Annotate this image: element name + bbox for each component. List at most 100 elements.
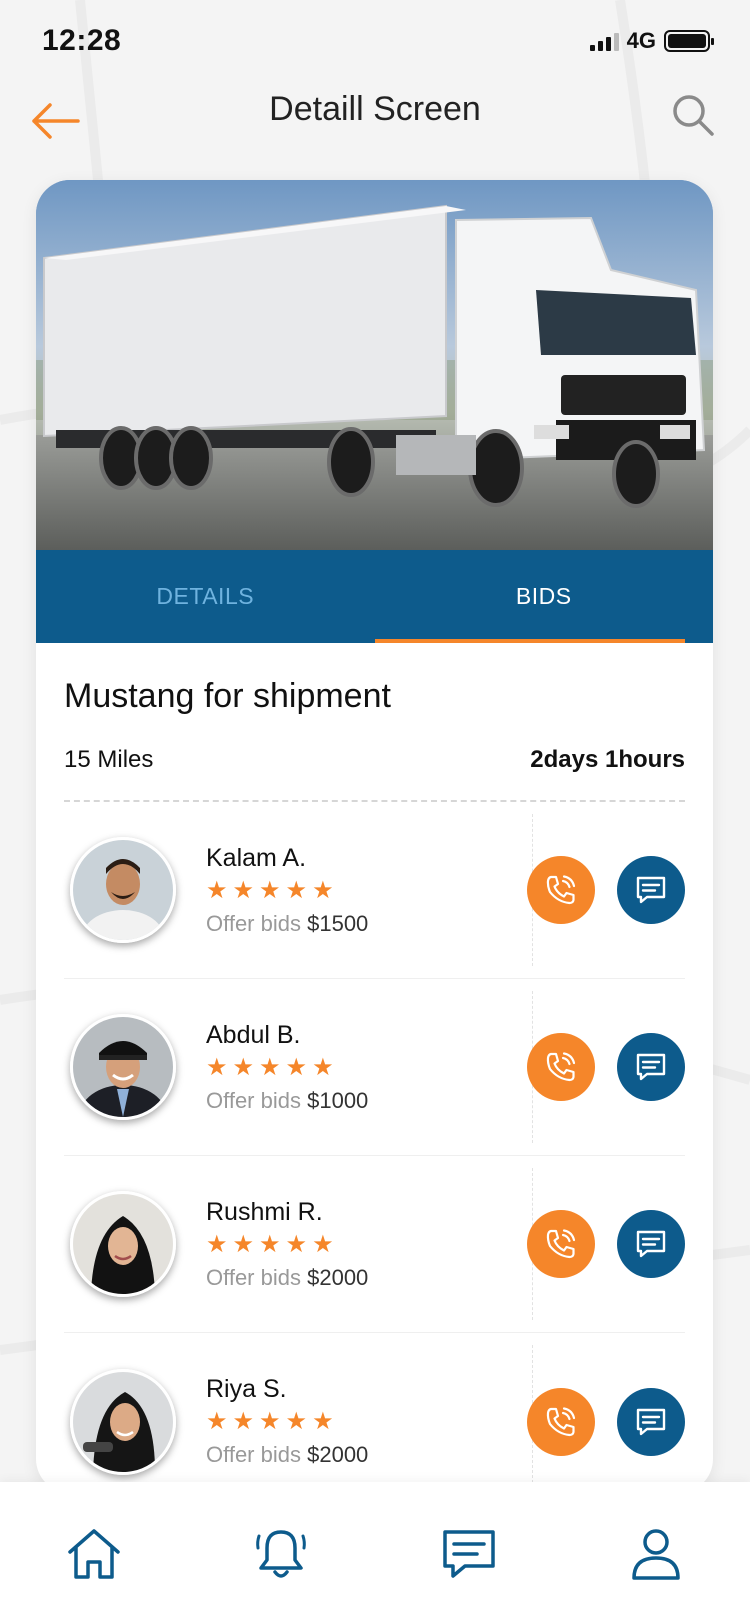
call-button[interactable] xyxy=(527,1033,595,1101)
search-icon xyxy=(673,95,714,136)
home-icon xyxy=(68,1529,120,1579)
app-header: Detaill Screen xyxy=(0,84,750,174)
offer-text: Offer bids $2000 xyxy=(206,1265,496,1291)
avatar xyxy=(70,1368,176,1475)
job-title: Mustang for shipment xyxy=(64,677,391,715)
job-meta: 15 Miles 2days 1hours xyxy=(64,746,685,774)
bid-info: Rushmi R. ★ ★ ★ ★ ★ Offer bids $2000 xyxy=(206,1198,496,1291)
offer-label: Offer bids xyxy=(206,910,301,936)
star-icon: ★ xyxy=(312,1053,334,1081)
rating-stars: ★ ★ ★ ★ ★ xyxy=(206,876,496,904)
star-icon: ★ xyxy=(312,1408,334,1435)
star-icon: ★ xyxy=(206,876,228,904)
bid-actions xyxy=(527,856,685,924)
chat-icon xyxy=(636,1230,666,1258)
phone-icon xyxy=(546,1229,576,1259)
call-button[interactable] xyxy=(527,1387,595,1456)
bottom-nav xyxy=(0,1482,750,1624)
phone-icon xyxy=(546,1406,576,1436)
job-duration: 2days 1hours xyxy=(530,746,685,773)
detail-card: DETAILS BIDS Mustang for shipment 15 Mil… xyxy=(36,180,713,1493)
avatar xyxy=(70,837,176,943)
star-icon: ★ xyxy=(232,1230,255,1258)
truck-image xyxy=(36,180,713,550)
bid-info: Kalam A. ★ ★ ★ ★ ★ Offer bids $1500 xyxy=(206,844,496,937)
rating-stars: ★ ★ ★ ★ ★ xyxy=(206,1230,496,1258)
star-icon: ★ xyxy=(259,1053,281,1081)
bid-info: Abdul B. ★ ★ ★ ★ ★ Offer bids $1000 xyxy=(206,1021,496,1114)
chat-icon xyxy=(636,1053,666,1081)
bidder-name: Kalam A. xyxy=(206,843,307,872)
nav-profile[interactable] xyxy=(624,1522,688,1586)
tab-details[interactable]: DETAILS xyxy=(36,550,375,643)
message-button[interactable] xyxy=(617,856,685,924)
status-bar: 12:28 4G xyxy=(0,0,750,84)
tab-bar: DETAILS BIDS xyxy=(36,550,713,643)
phone-icon xyxy=(546,875,576,905)
star-icon: ★ xyxy=(259,1230,281,1258)
bell-icon xyxy=(256,1530,307,1578)
nav-home[interactable] xyxy=(62,1522,126,1586)
chat-icon xyxy=(636,876,666,904)
status-indicators: 4G xyxy=(589,28,714,54)
star-icon: ★ xyxy=(259,1408,281,1435)
star-icon: ★ xyxy=(285,1053,308,1081)
offer-amount: $2000 xyxy=(307,1264,369,1290)
star-icon: ★ xyxy=(232,1053,255,1081)
offer-label: Offer bids xyxy=(206,1442,301,1467)
bid-row: Riya S. ★ ★ ★ ★ ★ Offer bids $2000 xyxy=(64,1333,685,1493)
rating-stars: ★ ★ ★ ★ ★ xyxy=(206,1410,496,1434)
star-icon: ★ xyxy=(285,1230,308,1258)
message-button[interactable] xyxy=(617,1210,685,1278)
chat-icon xyxy=(636,1408,666,1435)
avatar xyxy=(70,1191,176,1297)
bid-actions xyxy=(527,1210,685,1278)
rating-stars: ★ ★ ★ ★ ★ xyxy=(206,1053,496,1081)
bid-row: Kalam A. ★ ★ ★ ★ ★ Offer bids $1500 xyxy=(64,802,685,979)
bid-list: Kalam A. ★ ★ ★ ★ ★ Offer bids $1500 Abdu… xyxy=(36,802,713,1493)
job-distance: 15 Miles xyxy=(64,746,154,773)
status-time: 12:28 xyxy=(42,24,122,57)
call-button[interactable] xyxy=(527,856,595,924)
call-button[interactable] xyxy=(527,1210,595,1278)
offer-amount: $2000 xyxy=(307,1442,369,1467)
offer-amount: $1500 xyxy=(307,910,369,936)
nav-notifications[interactable] xyxy=(249,1522,313,1586)
nav-messages[interactable] xyxy=(437,1522,501,1586)
avatar xyxy=(70,1014,176,1120)
offer-label: Offer bids xyxy=(206,1264,301,1290)
star-icon: ★ xyxy=(285,1408,308,1435)
bid-row: Rushmi R. ★ ★ ★ ★ ★ Offer bids $2000 xyxy=(64,1156,685,1333)
star-icon: ★ xyxy=(206,1408,228,1435)
tab-bids[interactable]: BIDS xyxy=(374,550,714,643)
bidder-name: Abdul B. xyxy=(206,1020,301,1049)
bid-row: Abdul B. ★ ★ ★ ★ ★ Offer bids $1000 xyxy=(64,979,685,1156)
phone-icon xyxy=(546,1052,576,1082)
signal-icon xyxy=(589,31,619,51)
bid-actions xyxy=(527,1387,685,1456)
job-summary: Mustang for shipment 15 Miles 2days 1hou… xyxy=(36,643,713,802)
battery-icon xyxy=(664,30,714,52)
message-button[interactable] xyxy=(617,1033,685,1101)
star-icon: ★ xyxy=(232,1408,255,1435)
star-icon: ★ xyxy=(285,876,308,904)
bidder-name: Riya S. xyxy=(206,1375,287,1403)
offer-label: Offer bids xyxy=(206,1087,301,1113)
star-icon: ★ xyxy=(206,1230,228,1258)
chat-icon xyxy=(443,1530,495,1578)
network-type: 4G xyxy=(626,28,656,53)
bid-actions xyxy=(527,1033,685,1101)
offer-text: Offer bids $1500 xyxy=(206,911,496,937)
offer-amount: $1000 xyxy=(307,1087,369,1113)
offer-text: Offer bids $1000 xyxy=(206,1088,496,1114)
search-button[interactable] xyxy=(670,92,716,138)
bid-info: Riya S. ★ ★ ★ ★ ★ Offer bids $2000 xyxy=(206,1375,496,1468)
offer-text: Offer bids $2000 xyxy=(206,1442,496,1468)
star-icon: ★ xyxy=(259,876,281,904)
star-icon: ★ xyxy=(312,1230,334,1258)
page-title: Detaill Screen xyxy=(269,90,481,128)
star-icon: ★ xyxy=(206,1053,228,1081)
star-icon: ★ xyxy=(232,876,255,904)
message-button[interactable] xyxy=(617,1387,685,1456)
user-icon xyxy=(632,1529,680,1580)
